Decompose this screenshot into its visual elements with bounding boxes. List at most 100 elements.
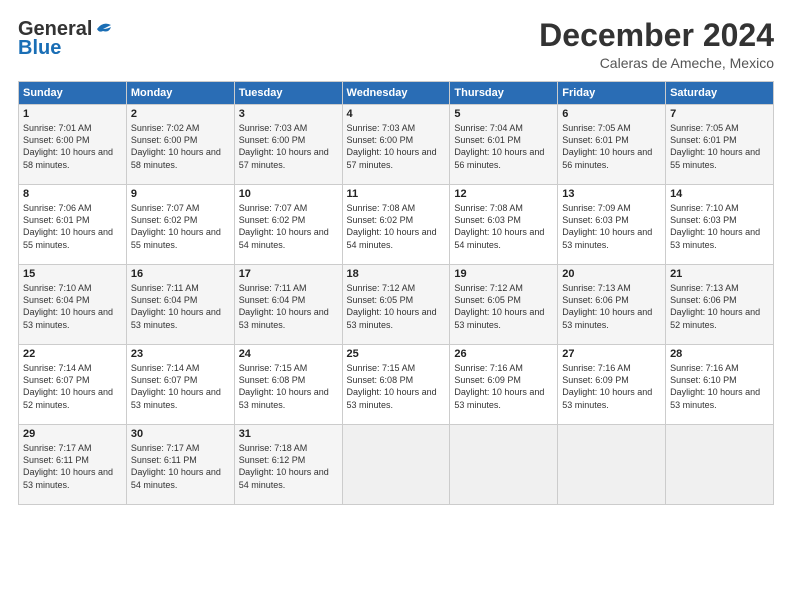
day-info: Sunrise: 7:07 AMSunset: 6:02 PMDaylight:… xyxy=(131,203,221,249)
day-cell: 24 Sunrise: 7:15 AMSunset: 6:08 PMDaylig… xyxy=(234,345,342,425)
day-number: 28 xyxy=(670,348,769,360)
day-number: 7 xyxy=(670,108,769,120)
day-cell: 28 Sunrise: 7:16 AMSunset: 6:10 PMDaylig… xyxy=(666,345,774,425)
week-row-0: 1 Sunrise: 7:01 AMSunset: 6:00 PMDayligh… xyxy=(19,105,774,185)
day-cell: 15 Sunrise: 7:10 AMSunset: 6:04 PMDaylig… xyxy=(19,265,127,345)
day-cell: 19 Sunrise: 7:12 AMSunset: 6:05 PMDaylig… xyxy=(450,265,558,345)
week-row-3: 22 Sunrise: 7:14 AMSunset: 6:07 PMDaylig… xyxy=(19,345,774,425)
location: Caleras de Ameche, Mexico xyxy=(539,55,774,71)
header-friday: Friday xyxy=(558,82,666,105)
day-number: 11 xyxy=(347,188,446,200)
day-number: 16 xyxy=(131,268,230,280)
day-info: Sunrise: 7:13 AMSunset: 6:06 PMDaylight:… xyxy=(562,283,652,329)
calendar: Sunday Monday Tuesday Wednesday Thursday… xyxy=(18,81,774,505)
day-number: 25 xyxy=(347,348,446,360)
day-cell: 5 Sunrise: 7:04 AMSunset: 6:01 PMDayligh… xyxy=(450,105,558,185)
day-cell: 13 Sunrise: 7:09 AMSunset: 6:03 PMDaylig… xyxy=(558,185,666,265)
header-sunday: Sunday xyxy=(19,82,127,105)
day-info: Sunrise: 7:14 AMSunset: 6:07 PMDaylight:… xyxy=(131,363,221,409)
day-cell: 17 Sunrise: 7:11 AMSunset: 6:04 PMDaylig… xyxy=(234,265,342,345)
day-number: 27 xyxy=(562,348,661,360)
header-tuesday: Tuesday xyxy=(234,82,342,105)
day-number: 13 xyxy=(562,188,661,200)
day-number: 4 xyxy=(347,108,446,120)
day-cell xyxy=(558,425,666,505)
day-info: Sunrise: 7:16 AMSunset: 6:09 PMDaylight:… xyxy=(562,363,652,409)
header-thursday: Thursday xyxy=(450,82,558,105)
day-number: 21 xyxy=(670,268,769,280)
day-cell: 14 Sunrise: 7:10 AMSunset: 6:03 PMDaylig… xyxy=(666,185,774,265)
day-cell: 1 Sunrise: 7:01 AMSunset: 6:00 PMDayligh… xyxy=(19,105,127,185)
week-row-2: 15 Sunrise: 7:10 AMSunset: 6:04 PMDaylig… xyxy=(19,265,774,345)
day-info: Sunrise: 7:13 AMSunset: 6:06 PMDaylight:… xyxy=(670,283,760,329)
logo-bird-icon xyxy=(93,21,115,37)
day-number: 24 xyxy=(239,348,338,360)
day-info: Sunrise: 7:03 AMSunset: 6:00 PMDaylight:… xyxy=(347,123,437,169)
title-block: December 2024 Caleras de Ameche, Mexico xyxy=(539,18,774,71)
day-cell: 4 Sunrise: 7:03 AMSunset: 6:00 PMDayligh… xyxy=(342,105,450,185)
day-info: Sunrise: 7:06 AMSunset: 6:01 PMDaylight:… xyxy=(23,203,113,249)
day-info: Sunrise: 7:10 AMSunset: 6:03 PMDaylight:… xyxy=(670,203,760,249)
day-info: Sunrise: 7:12 AMSunset: 6:05 PMDaylight:… xyxy=(454,283,544,329)
day-number: 14 xyxy=(670,188,769,200)
day-info: Sunrise: 7:08 AMSunset: 6:02 PMDaylight:… xyxy=(347,203,437,249)
day-cell: 30 Sunrise: 7:17 AMSunset: 6:11 PMDaylig… xyxy=(126,425,234,505)
day-info: Sunrise: 7:16 AMSunset: 6:09 PMDaylight:… xyxy=(454,363,544,409)
day-info: Sunrise: 7:07 AMSunset: 6:02 PMDaylight:… xyxy=(239,203,329,249)
day-info: Sunrise: 7:15 AMSunset: 6:08 PMDaylight:… xyxy=(347,363,437,409)
day-info: Sunrise: 7:11 AMSunset: 6:04 PMDaylight:… xyxy=(131,283,221,329)
day-cell: 16 Sunrise: 7:11 AMSunset: 6:04 PMDaylig… xyxy=(126,265,234,345)
day-info: Sunrise: 7:11 AMSunset: 6:04 PMDaylight:… xyxy=(239,283,329,329)
day-info: Sunrise: 7:04 AMSunset: 6:01 PMDaylight:… xyxy=(454,123,544,169)
day-info: Sunrise: 7:14 AMSunset: 6:07 PMDaylight:… xyxy=(23,363,113,409)
page: General Blue December 2024 Caleras de Am… xyxy=(0,0,792,612)
day-info: Sunrise: 7:10 AMSunset: 6:04 PMDaylight:… xyxy=(23,283,113,329)
day-number: 17 xyxy=(239,268,338,280)
day-info: Sunrise: 7:17 AMSunset: 6:11 PMDaylight:… xyxy=(131,443,221,489)
day-cell: 20 Sunrise: 7:13 AMSunset: 6:06 PMDaylig… xyxy=(558,265,666,345)
day-cell: 31 Sunrise: 7:18 AMSunset: 6:12 PMDaylig… xyxy=(234,425,342,505)
day-cell: 18 Sunrise: 7:12 AMSunset: 6:05 PMDaylig… xyxy=(342,265,450,345)
day-cell: 12 Sunrise: 7:08 AMSunset: 6:03 PMDaylig… xyxy=(450,185,558,265)
logo: General Blue xyxy=(18,18,115,60)
day-cell: 8 Sunrise: 7:06 AMSunset: 6:01 PMDayligh… xyxy=(19,185,127,265)
logo-blue: Blue xyxy=(18,37,61,60)
day-info: Sunrise: 7:05 AMSunset: 6:01 PMDaylight:… xyxy=(562,123,652,169)
day-number: 22 xyxy=(23,348,122,360)
weekday-header-row: Sunday Monday Tuesday Wednesday Thursday… xyxy=(19,82,774,105)
day-number: 3 xyxy=(239,108,338,120)
day-number: 29 xyxy=(23,428,122,440)
day-number: 10 xyxy=(239,188,338,200)
day-info: Sunrise: 7:15 AMSunset: 6:08 PMDaylight:… xyxy=(239,363,329,409)
day-cell xyxy=(450,425,558,505)
day-info: Sunrise: 7:09 AMSunset: 6:03 PMDaylight:… xyxy=(562,203,652,249)
day-number: 23 xyxy=(131,348,230,360)
day-number: 20 xyxy=(562,268,661,280)
day-number: 8 xyxy=(23,188,122,200)
header-monday: Monday xyxy=(126,82,234,105)
day-cell: 9 Sunrise: 7:07 AMSunset: 6:02 PMDayligh… xyxy=(126,185,234,265)
day-number: 12 xyxy=(454,188,553,200)
day-info: Sunrise: 7:08 AMSunset: 6:03 PMDaylight:… xyxy=(454,203,544,249)
day-number: 18 xyxy=(347,268,446,280)
day-cell: 25 Sunrise: 7:15 AMSunset: 6:08 PMDaylig… xyxy=(342,345,450,425)
day-cell: 23 Sunrise: 7:14 AMSunset: 6:07 PMDaylig… xyxy=(126,345,234,425)
day-number: 6 xyxy=(562,108,661,120)
day-cell: 26 Sunrise: 7:16 AMSunset: 6:09 PMDaylig… xyxy=(450,345,558,425)
day-cell: 3 Sunrise: 7:03 AMSunset: 6:00 PMDayligh… xyxy=(234,105,342,185)
day-number: 31 xyxy=(239,428,338,440)
week-row-1: 8 Sunrise: 7:06 AMSunset: 6:01 PMDayligh… xyxy=(19,185,774,265)
day-number: 19 xyxy=(454,268,553,280)
day-number: 1 xyxy=(23,108,122,120)
day-cell xyxy=(342,425,450,505)
day-number: 26 xyxy=(454,348,553,360)
day-number: 2 xyxy=(131,108,230,120)
day-cell: 27 Sunrise: 7:16 AMSunset: 6:09 PMDaylig… xyxy=(558,345,666,425)
day-cell: 7 Sunrise: 7:05 AMSunset: 6:01 PMDayligh… xyxy=(666,105,774,185)
day-info: Sunrise: 7:02 AMSunset: 6:00 PMDaylight:… xyxy=(131,123,221,169)
day-number: 15 xyxy=(23,268,122,280)
header-wednesday: Wednesday xyxy=(342,82,450,105)
day-cell: 21 Sunrise: 7:13 AMSunset: 6:06 PMDaylig… xyxy=(666,265,774,345)
day-info: Sunrise: 7:01 AMSunset: 6:00 PMDaylight:… xyxy=(23,123,113,169)
day-cell: 6 Sunrise: 7:05 AMSunset: 6:01 PMDayligh… xyxy=(558,105,666,185)
